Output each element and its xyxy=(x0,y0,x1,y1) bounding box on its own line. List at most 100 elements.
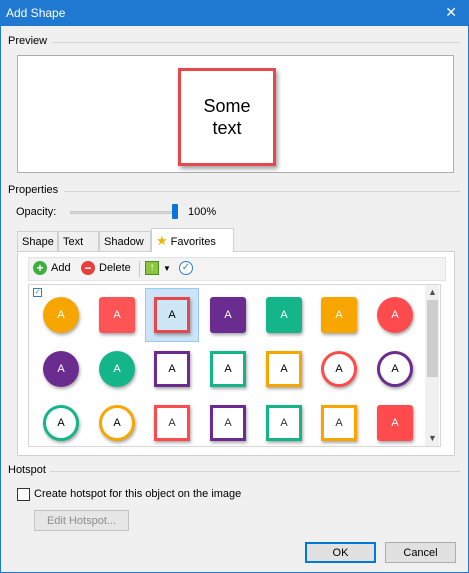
opacity-slider-track[interactable] xyxy=(70,211,178,214)
preview-group-label: Preview xyxy=(8,35,52,47)
add-button-label: Add xyxy=(51,262,71,274)
tab-text-label: Text xyxy=(63,236,84,248)
favorite-shape: A xyxy=(43,297,79,333)
create-hotspot-label[interactable]: Create hotspot for this object on the im… xyxy=(34,488,241,500)
favorite-shape: A xyxy=(210,405,246,441)
favorite-item[interactable]: A xyxy=(201,396,255,446)
favorite-item[interactable]: A xyxy=(145,288,199,342)
close-icon[interactable]: ✕ xyxy=(445,5,457,19)
favorite-label: A xyxy=(280,363,288,375)
tab-text[interactable]: Text xyxy=(58,231,99,251)
favorite-shape: A xyxy=(266,297,302,333)
scroll-up-icon[interactable]: ▲ xyxy=(428,287,437,297)
favorite-item[interactable]: A xyxy=(257,396,311,446)
favorite-shape: A xyxy=(377,297,413,333)
favorite-label: A xyxy=(113,309,121,321)
favorite-label: A xyxy=(280,309,288,321)
favorite-label: A xyxy=(113,417,121,429)
favorite-item[interactable]: A xyxy=(34,288,88,342)
preview-area: Some text xyxy=(17,55,454,173)
favorite-label: A xyxy=(224,309,232,321)
move-up-dropdown[interactable]: ↑ ▼ xyxy=(145,261,171,275)
tab-shape-label: Shape xyxy=(22,236,54,248)
scroll-down-icon[interactable]: ▼ xyxy=(428,433,437,443)
favorite-label: A xyxy=(391,363,399,375)
favorite-shape: A xyxy=(210,297,246,333)
favorite-item[interactable]: A xyxy=(312,288,366,342)
apply-button[interactable]: ✓ xyxy=(179,261,193,275)
favorite-item[interactable]: A xyxy=(201,288,255,342)
ok-button[interactable]: OK xyxy=(305,542,376,563)
favorite-label: A xyxy=(224,417,232,429)
favorite-item[interactable]: A xyxy=(368,342,422,396)
favorite-item[interactable]: A xyxy=(90,342,144,396)
favorite-label: A xyxy=(391,309,399,321)
ok-label: OK xyxy=(332,546,349,559)
create-hotspot-checkbox[interactable] xyxy=(17,488,30,501)
favorite-shape: A xyxy=(99,297,135,333)
favorite-item[interactable]: A xyxy=(312,342,366,396)
favorite-item[interactable]: A xyxy=(34,342,88,396)
chevron-down-icon: ▼ xyxy=(163,263,171,273)
favorite-shape: A xyxy=(154,351,190,387)
star-icon: ★ xyxy=(156,233,168,248)
preview-text: Some text xyxy=(203,96,251,138)
favorite-shape: A xyxy=(377,405,413,441)
favorite-label: A xyxy=(335,363,343,375)
opacity-label: Opacity: xyxy=(16,206,57,218)
favorite-shape: A xyxy=(210,351,246,387)
favorite-shape: A xyxy=(154,405,190,441)
hotspot-divider xyxy=(50,471,460,472)
preview-shape: Some text xyxy=(178,68,276,166)
favorite-shape: A xyxy=(99,405,135,441)
favorite-shape: A xyxy=(266,351,302,387)
favorite-shape: A xyxy=(321,405,357,441)
favorite-item[interactable]: A xyxy=(312,396,366,446)
properties-divider xyxy=(64,191,460,192)
favorite-item[interactable]: A xyxy=(368,396,422,446)
favorite-item[interactable]: A xyxy=(145,342,199,396)
favorite-item[interactable]: A xyxy=(34,396,88,446)
favorites-toolbar: + Add − Delete ↑ ▼ ✓ xyxy=(28,257,446,281)
favorite-label: A xyxy=(168,309,176,321)
tab-shape[interactable]: Shape xyxy=(17,231,58,251)
favorite-label: A xyxy=(335,417,343,429)
add-button[interactable]: + Add xyxy=(33,261,71,275)
delete-button[interactable]: − Delete xyxy=(81,261,131,275)
favorite-label: A xyxy=(57,363,65,375)
favorite-label: A xyxy=(335,309,343,321)
cancel-label: Cancel xyxy=(403,546,438,559)
toolbar-separator xyxy=(139,261,140,277)
favorite-label: A xyxy=(168,363,176,375)
favorite-label: A xyxy=(224,363,232,375)
favorite-item[interactable]: A xyxy=(90,396,144,446)
favorite-label: A xyxy=(57,417,65,429)
favorite-shape: A xyxy=(154,297,190,333)
title-bar: Add Shape ✕ xyxy=(0,0,469,26)
favorite-item[interactable]: A xyxy=(368,288,422,342)
cancel-button[interactable]: Cancel xyxy=(385,542,456,563)
favorite-label: A xyxy=(113,363,121,375)
favorite-item[interactable]: A xyxy=(201,342,255,396)
favorite-shape: A xyxy=(321,351,357,387)
opacity-value: 100% xyxy=(188,206,217,218)
favorite-shape: A xyxy=(43,351,79,387)
favorite-label: A xyxy=(280,417,288,429)
favorite-shape: A xyxy=(99,351,135,387)
favorite-item[interactable]: A xyxy=(145,396,199,446)
favorites-gallery[interactable]: ✓ AAAAAAAAAAAAAAAAAAAAA xyxy=(28,284,441,447)
favorite-item[interactable]: A xyxy=(257,288,311,342)
favorite-item[interactable]: A xyxy=(90,288,144,342)
favorite-label: A xyxy=(57,309,65,321)
edit-hotspot-button[interactable]: Edit Hotspot... xyxy=(34,510,129,531)
tab-favorites[interactable]: ★ Favorites xyxy=(151,228,234,252)
window-title: Add Shape xyxy=(6,6,66,20)
tab-shadow[interactable]: Shadow xyxy=(99,231,151,251)
favorite-item[interactable]: A xyxy=(257,342,311,396)
tab-favorites-label: Favorites xyxy=(170,236,216,248)
opacity-slider-thumb[interactable] xyxy=(172,204,178,219)
gallery-scroll-thumb[interactable] xyxy=(427,300,438,377)
plus-icon: + xyxy=(33,261,47,275)
favorite-label: A xyxy=(168,417,176,429)
edit-hotspot-label: Edit Hotspot... xyxy=(46,514,117,527)
